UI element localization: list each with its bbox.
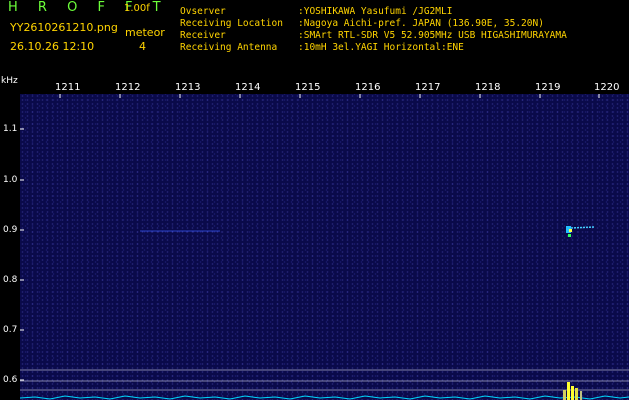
time-tick-label: 1220 [594,82,620,93]
time-tick-label: 1211 [55,82,81,93]
time-tick-label: 1216 [355,82,381,93]
time-tick-label: 1214 [235,82,261,93]
frequency-tick-label: 0.8 [3,275,18,285]
meteor-count-value: 4 [139,40,146,53]
meteor-echo [566,226,596,237]
info-observer-label: Ovserver [180,6,226,17]
time-tick-label: 1212 [115,82,141,93]
time-tick-label: 1215 [295,82,321,93]
frequency-tick-label: 0.6 [3,375,18,385]
info-antenna-label: Receiving Antenna [180,42,278,53]
time-tick-label: 1213 [175,82,201,93]
frequency-tick-label: 0.7 [3,325,18,335]
noise-floor-trace [20,395,629,400]
info-observer-value: :YOSHIKAWA Yasufumi /JG2MLI [298,6,453,17]
info-location-value: :Nagoya Aichi-pref. JAPAN (136.90E, 35.2… [298,18,544,29]
time-tick-label: 1218 [475,82,501,93]
image-filename: YY2610261210.png [10,21,118,34]
app-version: 1.00f [124,3,150,14]
info-receiver-label: Receiver [180,30,226,41]
info-receiver-value: :SMArt RTL-SDR V5 52.905MHz USB HIGASHIM… [298,30,567,41]
frequency-tick-label: 1.1 [3,124,18,134]
meteor-count-label: meteor [125,26,165,39]
time-tick-label: 1219 [535,82,561,93]
capture-datetime: 26.10.26 12:10 [10,40,95,53]
spectrogram-overlay [20,94,629,400]
hroft-spectrogram-window: H R O F F T 1.00f YY2610261210.png 26.10… [0,0,629,400]
time-tick-label: 1217 [415,82,441,93]
frequency-unit-label: kHz [1,76,18,86]
frequency-tick-label: 1.0 [3,175,18,185]
info-antenna-value: :10mH 3el.YAGI Horizontal:ENE [298,42,464,53]
spectrogram-plot [20,94,629,400]
info-location-label: Receiving Location [180,18,283,29]
frequency-tick-label: 0.9 [3,225,18,235]
